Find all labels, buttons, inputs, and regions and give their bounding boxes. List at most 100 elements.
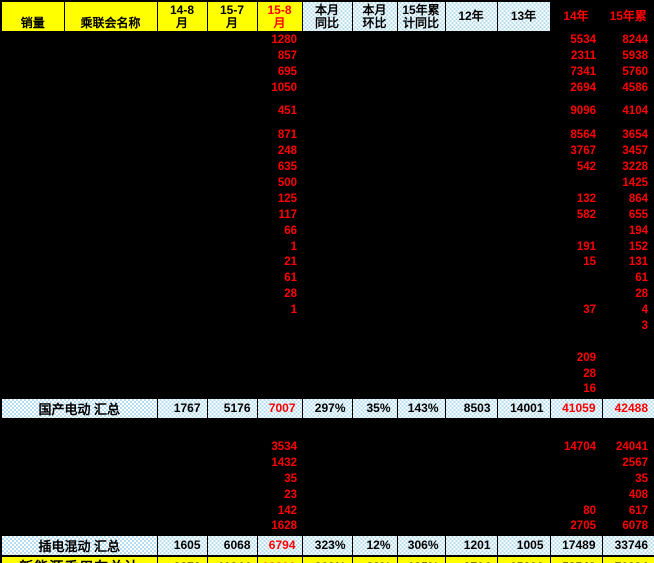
year-2015-cum-value: 5938: [602, 48, 654, 64]
data-row: 66194: [1, 223, 654, 239]
hidden-cell: [207, 64, 257, 80]
domestic-ev-summary-row: 国产电动 汇总176751767007297%35%143%8503140014…: [1, 398, 654, 419]
hidden-cell: [497, 191, 550, 207]
hidden-cell: [497, 318, 550, 334]
data-row: 14322567: [1, 455, 654, 471]
hidden-name-cell: [64, 48, 157, 64]
hidden-cell: [497, 80, 550, 96]
hidden-cell: [352, 159, 397, 175]
hidden-name-cell: [64, 32, 157, 48]
current-month-value: 1: [257, 239, 302, 255]
col-header-15-8: 15-8 月: [257, 1, 302, 32]
year-2015-cum-value: 864: [602, 191, 654, 207]
summary-value: 6068: [207, 535, 257, 556]
col-header-mom-yoy: 本月 同比: [302, 1, 352, 32]
year-2015-cum-value: 24041: [602, 440, 654, 456]
hidden-cell: [397, 419, 445, 440]
hidden-cell: [207, 519, 257, 535]
year-2014-value: 9096: [550, 96, 602, 128]
hidden-cell: [352, 471, 397, 487]
hidden-cell: [352, 487, 397, 503]
summary-value: 42488: [602, 398, 654, 419]
hidden-cell: [207, 96, 257, 128]
total-value: 11244: [207, 556, 257, 563]
current-month-value: 1432: [257, 455, 302, 471]
data-row: 87185643654: [1, 127, 654, 143]
data-row: 6355423228: [1, 159, 654, 175]
hidden-cell: [157, 207, 207, 223]
total-value: 195%: [397, 556, 445, 563]
col-header-2013: 13年: [497, 1, 550, 32]
current-month-value: [257, 334, 302, 350]
current-month-value: 117: [257, 207, 302, 223]
hidden-cell: [302, 96, 352, 128]
data-row: 28: [1, 366, 654, 382]
hidden-cell: [157, 302, 207, 318]
current-month-value: 142: [257, 503, 302, 519]
hidden-cell: [302, 80, 352, 96]
summary-value: 1201: [445, 535, 497, 556]
hidden-cell: [445, 270, 497, 286]
hidden-cell: [207, 487, 257, 503]
hidden-cell: [157, 239, 207, 255]
data-row: 1374: [1, 302, 654, 318]
hidden-cell: [497, 64, 550, 80]
hidden-cell: [445, 175, 497, 191]
hidden-cell: [157, 286, 207, 302]
current-month-value: 871: [257, 127, 302, 143]
hidden-cell: [302, 419, 352, 440]
year-2015-cum-value: 4104: [602, 96, 654, 128]
hidden-cell: [497, 471, 550, 487]
hidden-cell: [397, 96, 445, 128]
hidden-cell: [207, 440, 257, 456]
data-row: 1191152: [1, 239, 654, 255]
hidden-cell: [445, 223, 497, 239]
summary-value: 33746: [602, 535, 654, 556]
hidden-cell: [445, 239, 497, 255]
hidden-cell: [352, 519, 397, 535]
hidden-name-cell: [64, 175, 157, 191]
current-month-value: 61: [257, 270, 302, 286]
current-month-value: 21: [257, 254, 302, 270]
current-month-value: 1628: [257, 519, 302, 535]
hidden-cell: [207, 302, 257, 318]
hidden-cell: [302, 239, 352, 255]
current-month-value: 35: [257, 471, 302, 487]
hidden-cell: [157, 270, 207, 286]
hidden-name-cell: [64, 318, 157, 334]
data-row: 2828: [1, 286, 654, 302]
summary-value: 5176: [207, 398, 257, 419]
data-row: 69573415760: [1, 64, 654, 80]
hidden-name-cell: [64, 270, 157, 286]
hidden-name-cell: [64, 207, 157, 223]
hidden-cell: [352, 143, 397, 159]
hidden-cell: [445, 32, 497, 48]
year-2015-cum-value: [602, 382, 654, 398]
summary-value: 306%: [397, 535, 445, 556]
hidden-cell: [302, 382, 352, 398]
hidden-cell: [157, 350, 207, 366]
total-value: 23%: [352, 556, 397, 563]
summary-value: 1005: [497, 535, 550, 556]
hidden-cell: [207, 471, 257, 487]
year-2014-value: 16: [550, 382, 602, 398]
year-2014-value: [550, 487, 602, 503]
hidden-cell: [497, 440, 550, 456]
hidden-name-cell: [64, 471, 157, 487]
year-2015-cum-value: 4: [602, 302, 654, 318]
total-value: 76234: [602, 556, 654, 563]
hidden-name-cell: [64, 455, 157, 471]
hidden-cell: [352, 318, 397, 334]
year-2015-cum-value: 5760: [602, 64, 654, 80]
hidden-cell: [207, 175, 257, 191]
hidden-cell: [207, 318, 257, 334]
hidden-cell: [207, 350, 257, 366]
section-label-phev: 插电混动: [1, 419, 64, 535]
hidden-cell: [352, 32, 397, 48]
hidden-cell: [302, 318, 352, 334]
hidden-cell: [302, 503, 352, 519]
hidden-cell: [352, 127, 397, 143]
hidden-cell: [352, 302, 397, 318]
hidden-cell: [207, 366, 257, 382]
hidden-cell: [497, 48, 550, 64]
